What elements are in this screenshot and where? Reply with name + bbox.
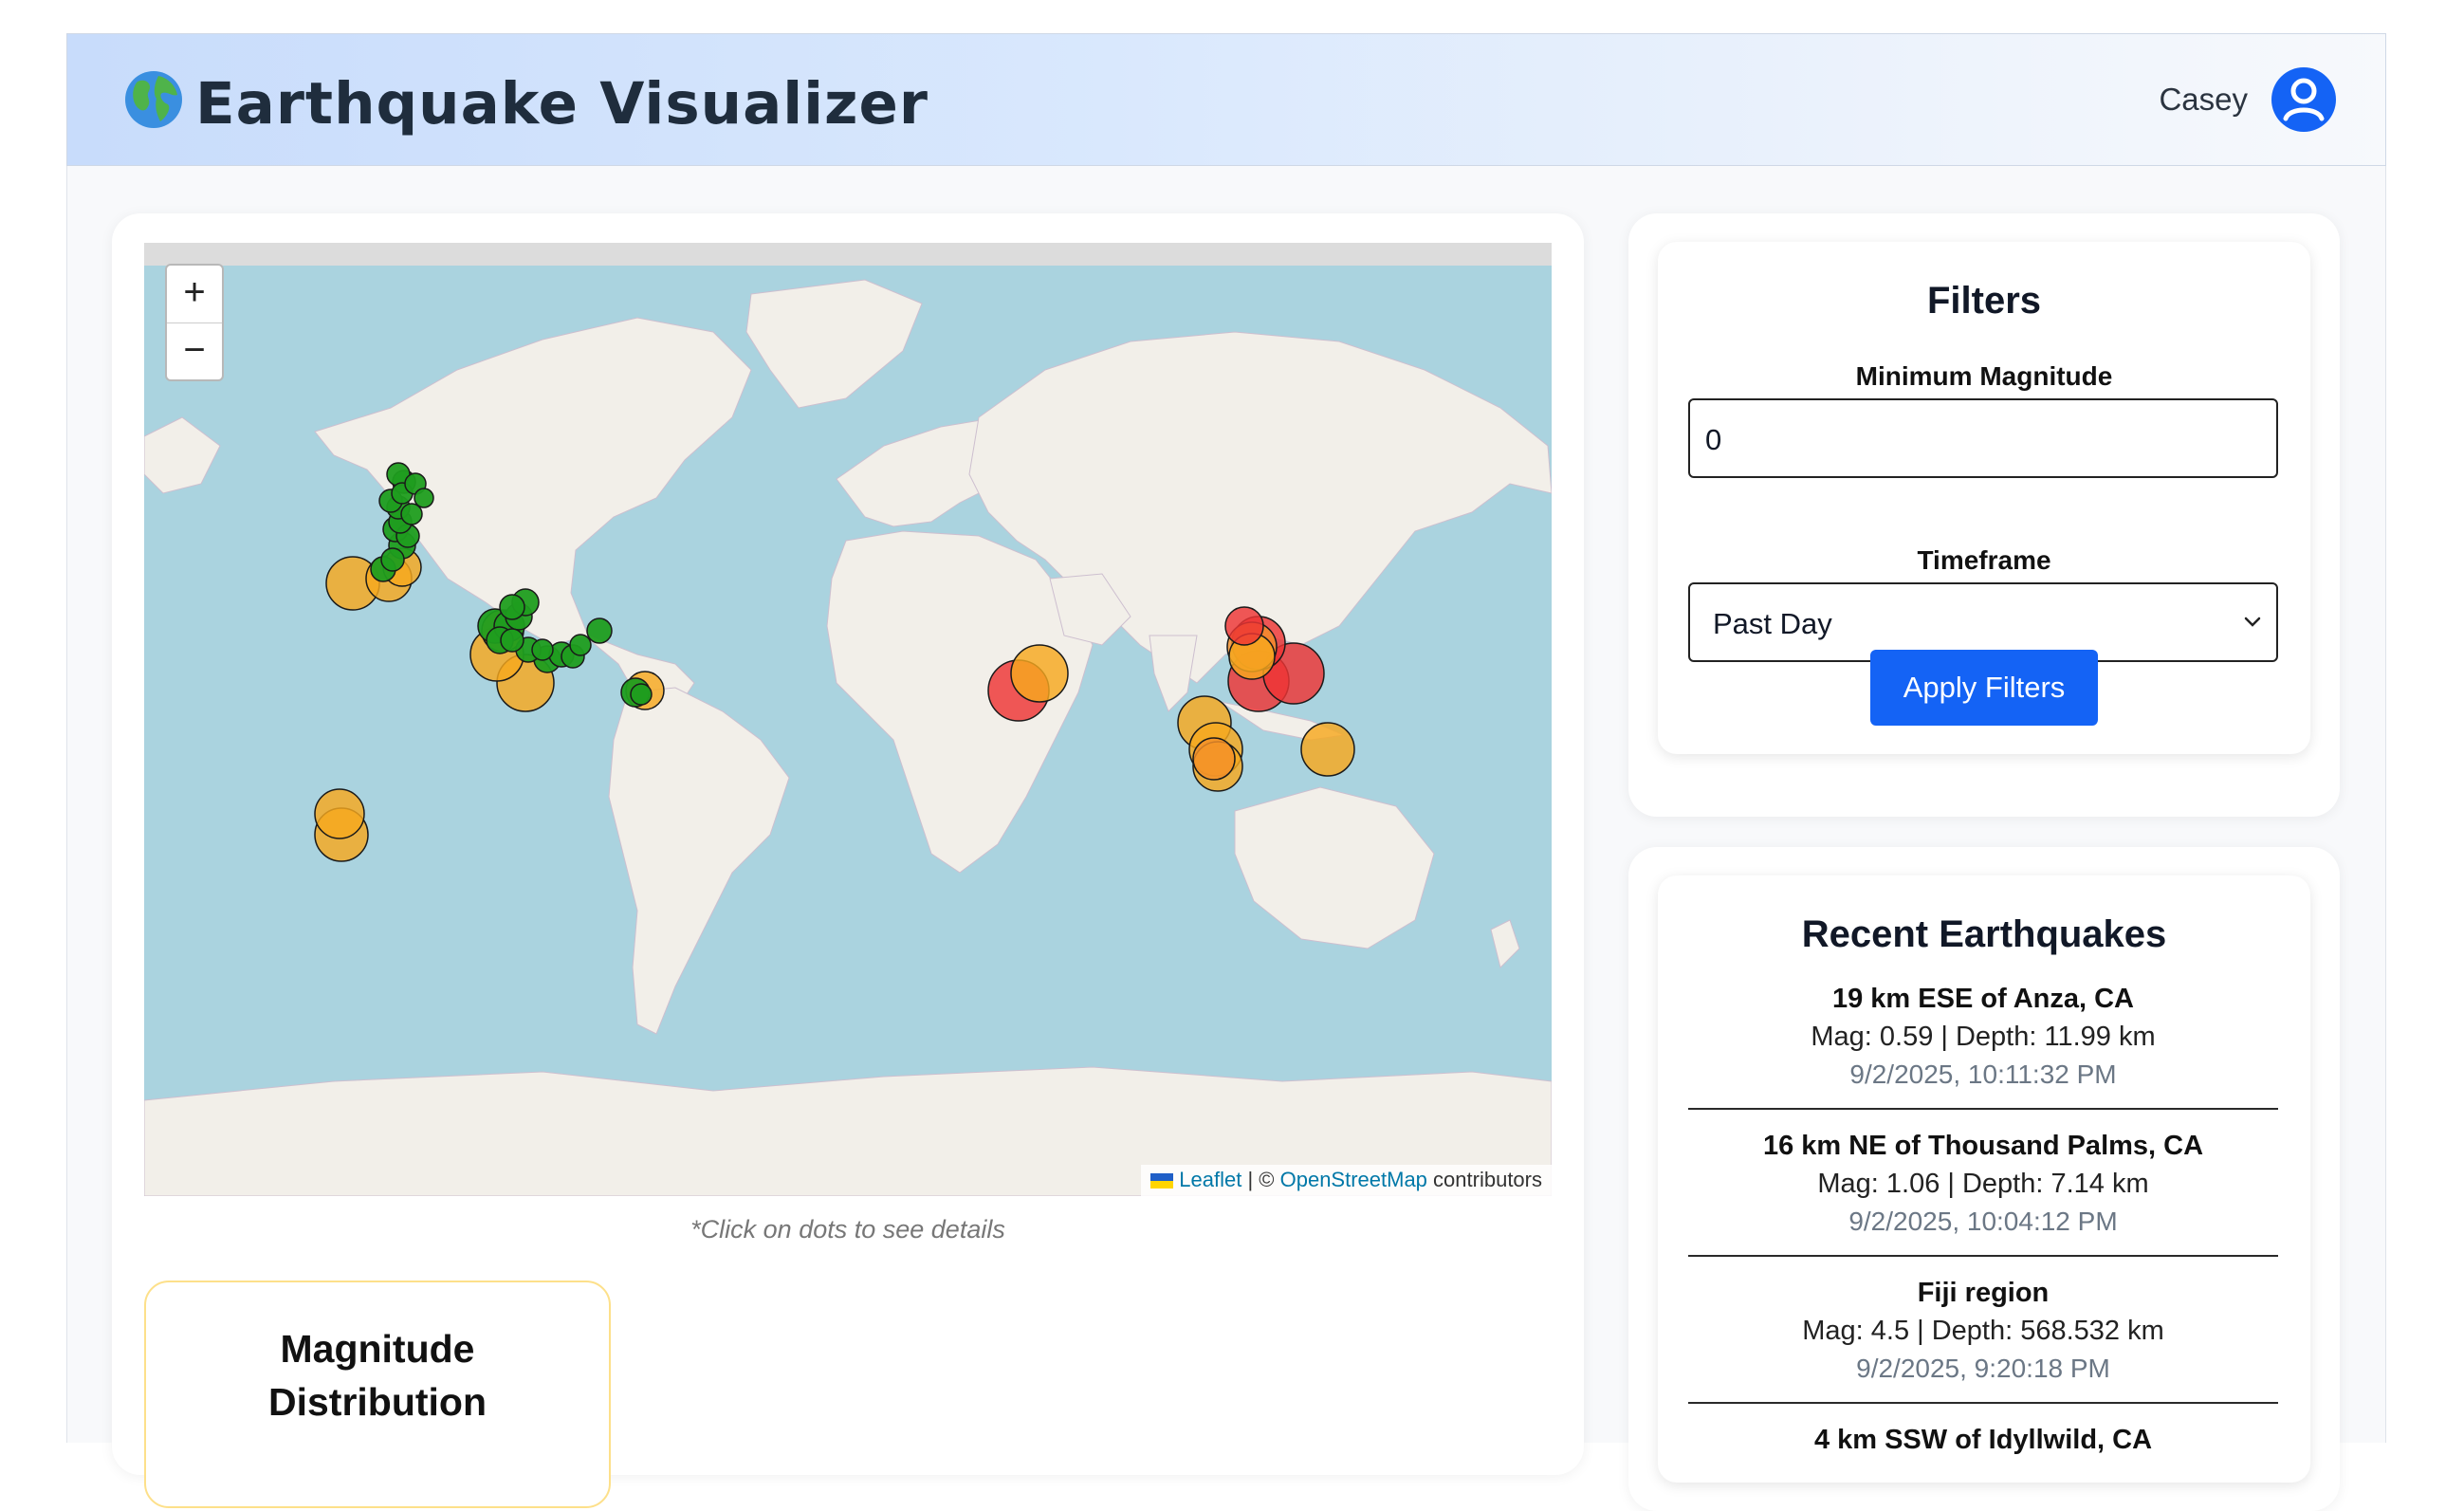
globe-icon bbox=[125, 71, 182, 128]
zoom-out-button[interactable]: − bbox=[167, 323, 222, 380]
earthquake-place: 16 km NE of Thousand Palms, CA bbox=[1762, 1131, 2204, 1161]
min-magnitude-label: Minimum Magnitude bbox=[1855, 361, 2113, 391]
earthquake-marker[interactable] bbox=[500, 628, 524, 653]
user-avatar-icon[interactable] bbox=[2270, 65, 2338, 134]
list-divider bbox=[1688, 1108, 2278, 1110]
earthquake-time: 9/2/2025, 10:04:12 PM bbox=[1848, 1207, 2118, 1236]
earthquake-meta: Mag: 4.5 | Depth: 568.532 km bbox=[1802, 1316, 2164, 1346]
zoom-in-button[interactable]: + bbox=[167, 266, 222, 323]
map-attribution: Leaflet | © OpenStreetMap contributors bbox=[1141, 1165, 1552, 1196]
timeframe-value: Past Day bbox=[1713, 607, 1832, 640]
earthquake-marker[interactable] bbox=[1010, 644, 1069, 703]
list-divider bbox=[1688, 1255, 2278, 1257]
earthquake-marker[interactable] bbox=[499, 594, 525, 620]
attribution-suffix: contributors bbox=[1433, 1168, 1542, 1191]
earthquake-marker[interactable] bbox=[380, 547, 405, 572]
earthquake-marker[interactable] bbox=[586, 617, 613, 644]
leaflet-link[interactable]: Leaflet bbox=[1179, 1168, 1241, 1191]
recent-earthquakes-card: Recent Earthquakes 19 km ESE of Anza, CA… bbox=[1658, 875, 2310, 1483]
earthquake-place: Fiji region bbox=[1917, 1278, 2050, 1308]
world-map[interactable] bbox=[144, 266, 1552, 1196]
filters-card: Filters Minimum Magnitude 0 Timeframe Pa… bbox=[1658, 242, 2310, 754]
earthquake-marker[interactable] bbox=[414, 488, 434, 508]
earthquake-place: 19 km ESE of Anza, CA bbox=[1831, 984, 2134, 1014]
map-hint: *Click on dots to see details bbox=[690, 1215, 1005, 1244]
min-magnitude-input[interactable]: 0 bbox=[1688, 398, 2278, 478]
earthquake-time: 9/2/2025, 10:11:32 PM bbox=[1849, 1060, 2117, 1089]
earthquake-list-item[interactable]: Fiji region Mag: 4.5 | Depth: 568.532 km… bbox=[1688, 1274, 2278, 1388]
osm-link[interactable]: OpenStreetMap bbox=[1280, 1168, 1427, 1191]
chevron-down-icon bbox=[2244, 617, 2261, 627]
earthquake-place: 4 km SSW of Idyllwild, CA bbox=[1813, 1425, 2153, 1455]
earthquake-meta: Mag: 1.06 | Depth: 7.14 km bbox=[1817, 1169, 2149, 1199]
filters-title: Filters bbox=[1926, 280, 2042, 322]
ukraine-flag-icon bbox=[1150, 1173, 1174, 1189]
earthquake-time: 9/2/2025, 9:20:18 PM bbox=[1856, 1354, 2110, 1383]
earthquake-marker[interactable] bbox=[1224, 606, 1264, 646]
earthquake-list-item[interactable]: 19 km ESE of Anza, CA Mag: 0.59 | Depth:… bbox=[1688, 980, 2278, 1094]
earthquake-marker[interactable] bbox=[314, 788, 365, 839]
earthquake-map[interactable]: + − Leaflet | © OpenStreetMap contributo… bbox=[144, 243, 1552, 1196]
min-magnitude-value: 0 bbox=[1705, 423, 1722, 456]
user-name: Casey bbox=[2159, 82, 2248, 117]
earthquake-marker[interactable] bbox=[1192, 737, 1236, 781]
app-title: Earthquake Visualizer bbox=[195, 70, 929, 138]
zoom-control: + − bbox=[165, 264, 224, 381]
earthquake-marker[interactable] bbox=[569, 634, 592, 656]
magnitude-distribution-title: Magnitude Distribution bbox=[267, 1327, 487, 1424]
earthquake-marker[interactable] bbox=[531, 638, 554, 661]
apply-filters-button[interactable]: Apply Filters bbox=[1870, 650, 2098, 726]
earthquake-list-item[interactable]: 16 km NE of Thousand Palms, CA Mag: 1.06… bbox=[1688, 1127, 2278, 1241]
earthquake-meta: Mag: 0.59 | Depth: 11.99 km bbox=[1811, 1022, 2156, 1052]
earthquake-marker[interactable] bbox=[1300, 722, 1355, 777]
magnitude-distribution-card: Magnitude Distribution bbox=[144, 1281, 611, 1508]
recent-earthquakes-title: Recent Earthquakes bbox=[1801, 913, 2167, 955]
attribution-separator: | © bbox=[1247, 1168, 1275, 1191]
app-header: Earthquake Visualizer Casey bbox=[66, 33, 2386, 166]
earthquake-marker[interactable] bbox=[630, 683, 653, 706]
earthquake-list-item[interactable]: 4 km SSW of Idyllwild, CA bbox=[1688, 1421, 2278, 1459]
list-divider bbox=[1688, 1402, 2278, 1404]
timeframe-label: Timeframe bbox=[1917, 545, 2051, 575]
